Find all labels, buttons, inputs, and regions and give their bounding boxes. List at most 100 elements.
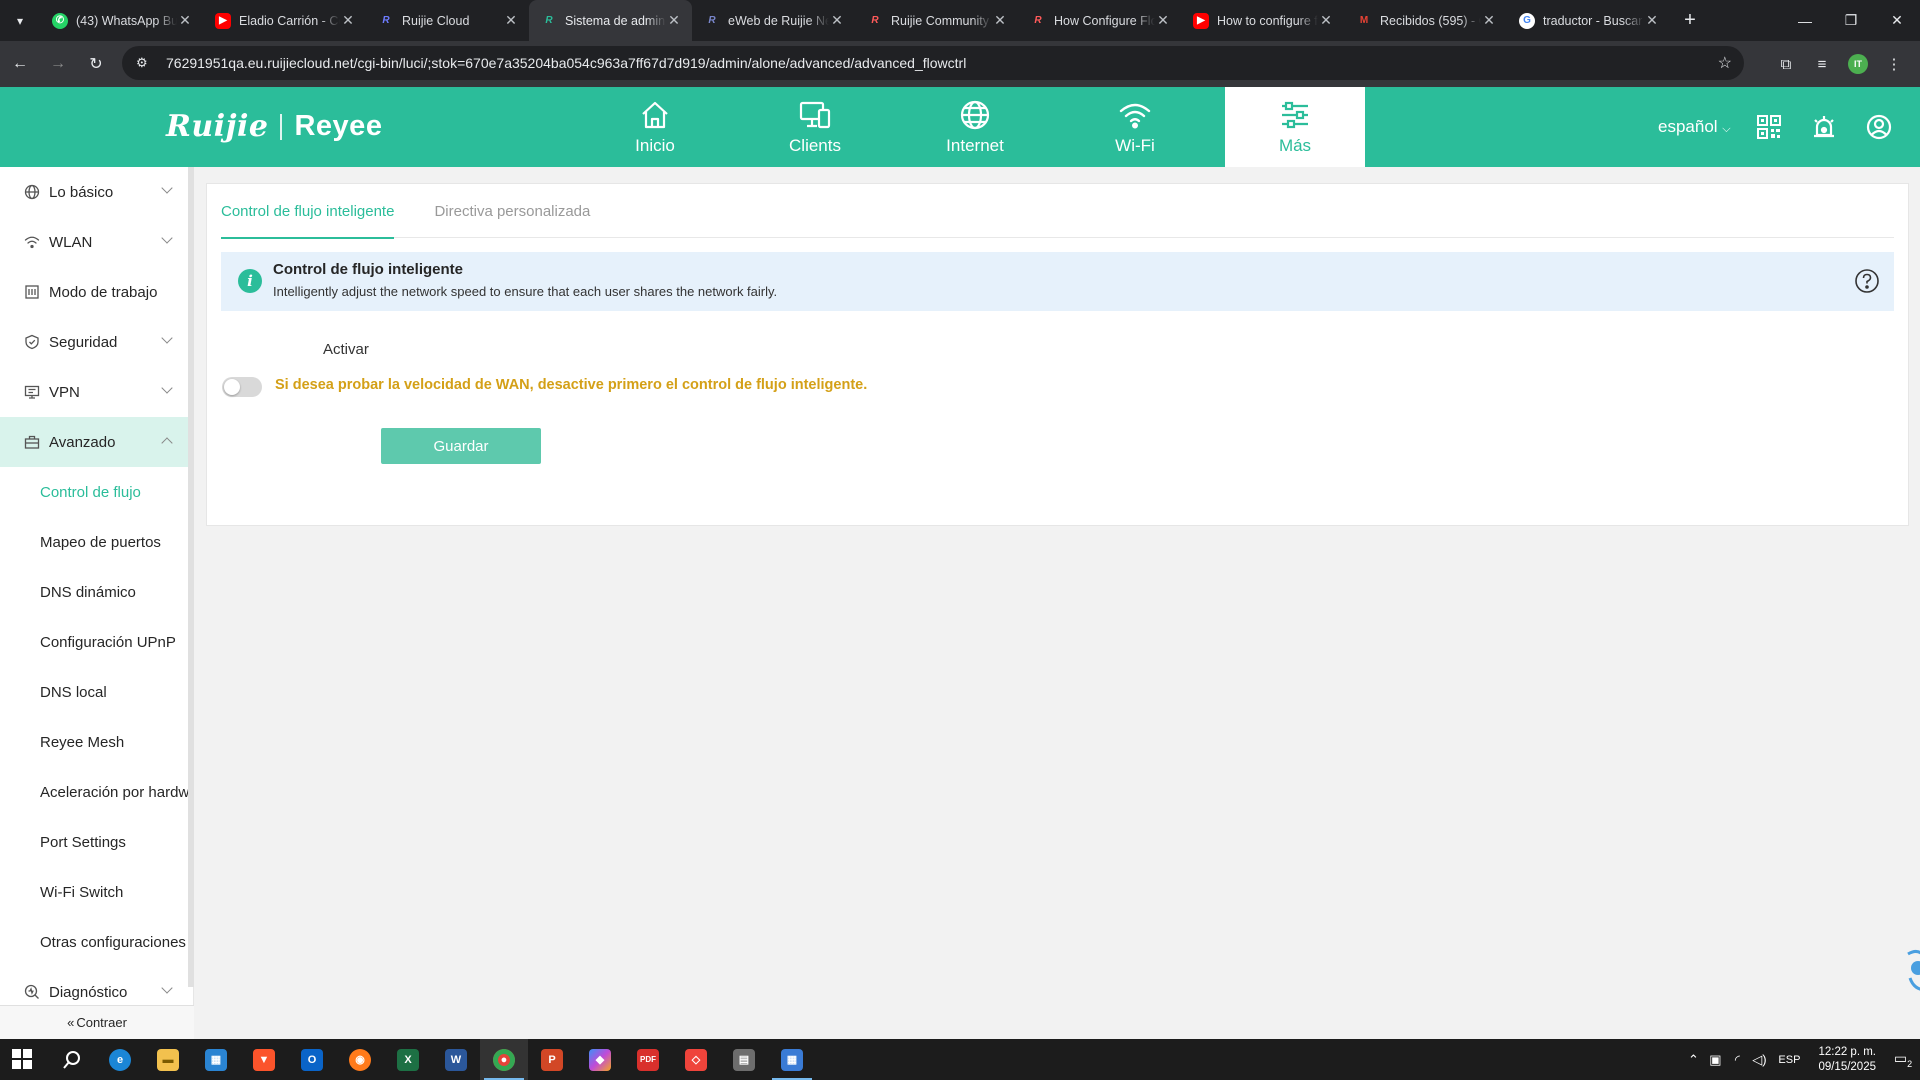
address-bar[interactable]: ⚙ 76291951qa.eu.ruijiecloud.net/cgi-bin/… bbox=[122, 46, 1744, 80]
chevron-up-icon[interactable]: ⌃ bbox=[1682, 1052, 1704, 1068]
browser-tab[interactable]: R Ruijie Community ✕ bbox=[855, 0, 1018, 41]
browser-tab[interactable]: R How Configure Flow Control ✕ bbox=[1018, 0, 1181, 41]
browser-tab[interactable]: M Recibidos (595) - Gmail ✕ bbox=[1344, 0, 1507, 41]
nav-inicio[interactable]: Inicio bbox=[575, 87, 735, 167]
qr-code-icon[interactable] bbox=[1741, 111, 1796, 143]
sidebar-item-wlan[interactable]: WLAN bbox=[0, 217, 193, 267]
sidebar-subitem-mapeo-de-puertos[interactable]: Mapeo de puertos bbox=[0, 517, 193, 567]
close-window-icon[interactable]: ✕ bbox=[1874, 0, 1920, 41]
notification-icon[interactable]: ▭2 bbox=[1886, 1050, 1920, 1069]
close-icon[interactable]: ✕ bbox=[1318, 12, 1334, 29]
firefox-icon[interactable]: ◉ bbox=[336, 1039, 384, 1080]
floating-help-icon[interactable] bbox=[1896, 946, 1920, 994]
sidebar-item-vpn[interactable]: VPN bbox=[0, 367, 193, 417]
input-language[interactable]: ESP bbox=[1778, 1054, 1800, 1066]
clock-date: 09/15/2025 bbox=[1818, 1060, 1876, 1073]
close-icon[interactable]: ✕ bbox=[666, 12, 682, 29]
ruijie-icon: R bbox=[871, 15, 879, 26]
pdf-icon[interactable]: PDF bbox=[624, 1039, 672, 1080]
sidebar-subitem-upnp[interactable]: Configuración UPnP bbox=[0, 617, 193, 667]
clock[interactable]: 12:22 p. m. 09/15/2025 bbox=[1818, 1045, 1876, 1075]
tab-directiva-personalizada[interactable]: Directiva personalizada bbox=[434, 184, 590, 238]
anydesk-icon[interactable]: ◇ bbox=[672, 1039, 720, 1080]
sidebar-item-modo-de-trabajo[interactable]: Modo de trabajo bbox=[0, 267, 193, 317]
nav-internet[interactable]: Internet bbox=[895, 87, 1055, 167]
tab-search-icon[interactable]: ▾ bbox=[0, 0, 40, 41]
brand-ruijie: Ruijie bbox=[166, 109, 269, 144]
browser-tab-active[interactable]: R Sistema de administración ✕ bbox=[529, 0, 692, 41]
nav-label: Clients bbox=[789, 136, 841, 155]
enable-toggle[interactable] bbox=[222, 377, 262, 397]
nav-wifi[interactable]: Wi-Fi bbox=[1055, 87, 1215, 167]
outlook-icon[interactable]: O bbox=[288, 1039, 336, 1080]
site-info-icon[interactable]: ⚙ bbox=[136, 55, 158, 71]
profile-avatar[interactable]: IT bbox=[1840, 46, 1876, 82]
media-control-icon[interactable]: ≡ bbox=[1804, 46, 1840, 82]
help-icon[interactable] bbox=[1854, 268, 1880, 294]
browser-tab[interactable]: G traductor - Buscar con Google ✕ bbox=[1507, 0, 1670, 41]
sidebar-item-label: VPN bbox=[49, 383, 80, 401]
collapse-sidebar-button[interactable]: « Contraer bbox=[0, 1005, 194, 1039]
sidebar-subitem-aceleracion[interactable]: Aceleración por hardware bbox=[0, 767, 193, 817]
browser-tab[interactable]: R Ruijie Cloud ✕ bbox=[366, 0, 529, 41]
brave-icon[interactable]: ▼ bbox=[240, 1039, 288, 1080]
save-button[interactable]: Guardar bbox=[381, 428, 541, 464]
excel-icon[interactable]: X bbox=[384, 1039, 432, 1080]
calculator-icon[interactable]: ▦ bbox=[768, 1039, 816, 1080]
store-icon[interactable]: ▦ bbox=[192, 1039, 240, 1080]
bookmark-star-icon[interactable]: ☆ bbox=[1718, 53, 1732, 73]
forward-icon[interactable]: → bbox=[40, 46, 76, 82]
minimize-icon[interactable]: — bbox=[1782, 0, 1828, 41]
powerpoint-icon[interactable]: P bbox=[528, 1039, 576, 1080]
sidebar-subitem-control-de-flujo[interactable]: Control de flujo bbox=[0, 467, 193, 517]
network-status-icon[interactable]: ▣ bbox=[1704, 1052, 1726, 1068]
sidebar-item-seguridad[interactable]: Seguridad bbox=[0, 317, 193, 367]
new-tab-button[interactable]: + bbox=[1676, 9, 1704, 32]
sidebar-subitem-reyee-mesh[interactable]: Reyee Mesh bbox=[0, 717, 193, 767]
browser-menu-icon[interactable]: ⋮ bbox=[1876, 46, 1912, 82]
sidebar-subitem-dns-local[interactable]: DNS local bbox=[0, 667, 193, 717]
content-card: Control de flujo inteligente Directiva p… bbox=[206, 183, 1909, 526]
sidebar-subitem-otras[interactable]: Otras configuraciones bbox=[0, 917, 193, 967]
sidebar-subitem-dns-dinamico[interactable]: DNS dinámico bbox=[0, 567, 193, 617]
url-text[interactable]: 76291951qa.eu.ruijiecloud.net/cgi-bin/lu… bbox=[166, 55, 966, 71]
sidebar-item-avanzado[interactable]: Avanzado bbox=[0, 417, 193, 467]
language-selector[interactable]: español ⌵ bbox=[1658, 117, 1731, 137]
sidebar-scrollbar[interactable] bbox=[188, 167, 194, 987]
nav-clients[interactable]: Clients bbox=[735, 87, 895, 167]
windows-start-icon[interactable] bbox=[12, 1049, 32, 1069]
close-icon[interactable]: ✕ bbox=[503, 12, 519, 29]
speaker-icon[interactable]: ◁) bbox=[1748, 1052, 1770, 1068]
alarm-icon[interactable] bbox=[1796, 111, 1851, 143]
reload-icon[interactable]: ↻ bbox=[78, 46, 114, 82]
close-icon[interactable]: ✕ bbox=[340, 12, 356, 29]
close-icon[interactable]: ✕ bbox=[829, 12, 845, 29]
browser-tab[interactable]: ✆ (43) WhatsApp Business ✕ bbox=[40, 0, 203, 41]
user-account-icon[interactable] bbox=[1851, 111, 1906, 143]
browser-tab[interactable]: ▶ Eladio Carrión - Coco Chanel ✕ bbox=[203, 0, 366, 41]
wifi-icon[interactable]: ◜ bbox=[1726, 1052, 1748, 1068]
close-icon[interactable]: ✕ bbox=[177, 12, 193, 29]
close-icon[interactable]: ✕ bbox=[992, 12, 1008, 29]
notification-count: 2 bbox=[1907, 1058, 1913, 1069]
file-explorer-icon[interactable]: ▬ bbox=[144, 1039, 192, 1080]
word-icon[interactable]: W bbox=[432, 1039, 480, 1080]
tab-control-de-flujo-inteligente[interactable]: Control de flujo inteligente bbox=[221, 184, 395, 239]
sidebar-subitem-wifi-switch[interactable]: Wi-Fi Switch bbox=[0, 867, 193, 917]
close-icon[interactable]: ✕ bbox=[1481, 12, 1497, 29]
close-icon[interactable]: ✕ bbox=[1155, 12, 1171, 29]
browser-tab[interactable]: ▶ How to configure flow control ✕ bbox=[1181, 0, 1344, 41]
sidebar-item-lo-basico[interactable]: Lo básico bbox=[0, 167, 193, 217]
extensions-icon[interactable]: ⧉ bbox=[1768, 46, 1804, 82]
chrome-icon[interactable]: ● bbox=[480, 1039, 528, 1080]
restore-icon[interactable]: ❐ bbox=[1828, 0, 1874, 41]
copilot-icon[interactable]: ◆ bbox=[576, 1039, 624, 1080]
edge-icon[interactable]: e bbox=[96, 1039, 144, 1080]
nav-mas[interactable]: Más bbox=[1225, 87, 1365, 167]
printer-icon[interactable]: ▤ bbox=[720, 1039, 768, 1080]
browser-tab[interactable]: R eWeb de Ruijie Networks ✕ bbox=[692, 0, 855, 41]
close-icon[interactable]: ✕ bbox=[1644, 12, 1660, 29]
sidebar-subitem-port-settings[interactable]: Port Settings bbox=[0, 817, 193, 867]
back-icon[interactable]: ← bbox=[2, 46, 38, 82]
search-icon[interactable] bbox=[48, 1039, 96, 1080]
